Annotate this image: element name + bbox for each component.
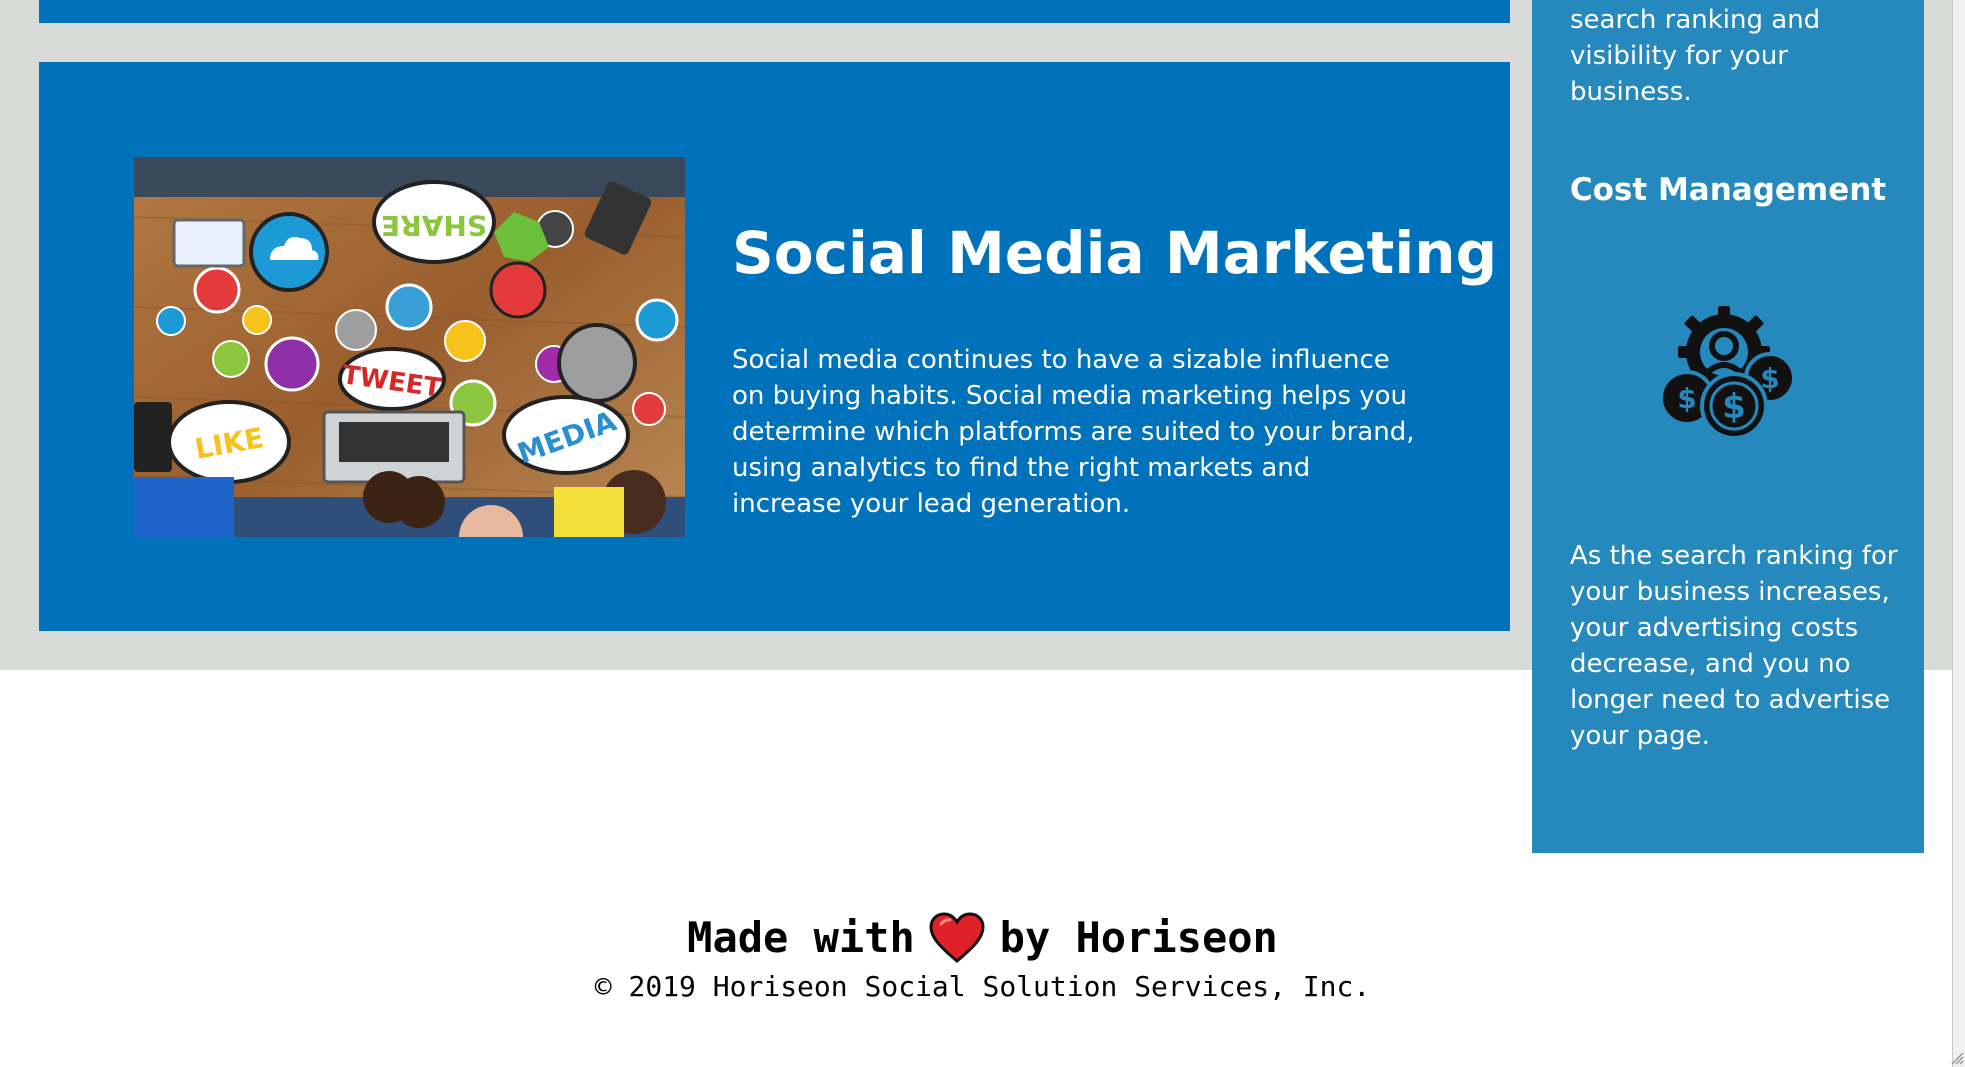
svg-text:$: $	[1760, 362, 1779, 395]
svg-text:$: $	[1677, 382, 1696, 415]
service-title: Social Media Marketing	[732, 219, 1498, 287]
footer-made-with-line: Made with by Horiseon	[0, 912, 1965, 964]
benefit-text-cost-management: As the search ranking for your business …	[1570, 541, 1898, 751]
resize-grip-icon[interactable]	[1950, 1051, 1964, 1065]
footer-by-horiseon: by Horiseon	[999, 913, 1278, 962]
service-description: Social media continues to have a sizable…	[732, 345, 1415, 519]
social-media-marketing-card: SHARE TWEET LIKE MEDIA Social Media Mark…	[39, 62, 1510, 631]
footer: Made with by Horiseon © 2019 Horiseon So…	[0, 912, 1965, 1004]
page: SHARE TWEET LIKE MEDIA Social Media Mark…	[0, 0, 1965, 1067]
footer-copyright: © 2019 Horiseon Social Solution Services…	[594, 970, 1371, 1003]
previous-benefit-text: search ranking and visibility for your b…	[1570, 5, 1821, 107]
benefits-sidebar: search ranking and visibility for your b…	[1532, 0, 1924, 853]
heart-icon	[929, 912, 985, 964]
svg-text:$: $	[1722, 387, 1746, 427]
benefit-heading-cost-management: Cost Management	[1569, 172, 1887, 208]
window-right-edge	[1950, 0, 1965, 1067]
cost-management-icon: $ $ $	[1654, 300, 1804, 450]
social-media-marketing-image: SHARE TWEET LIKE MEDIA	[134, 157, 685, 537]
footer-made-with: Made with	[687, 913, 915, 962]
share-bubble-label: SHARE	[381, 209, 487, 242]
previous-service-card-bottom	[39, 0, 1510, 23]
